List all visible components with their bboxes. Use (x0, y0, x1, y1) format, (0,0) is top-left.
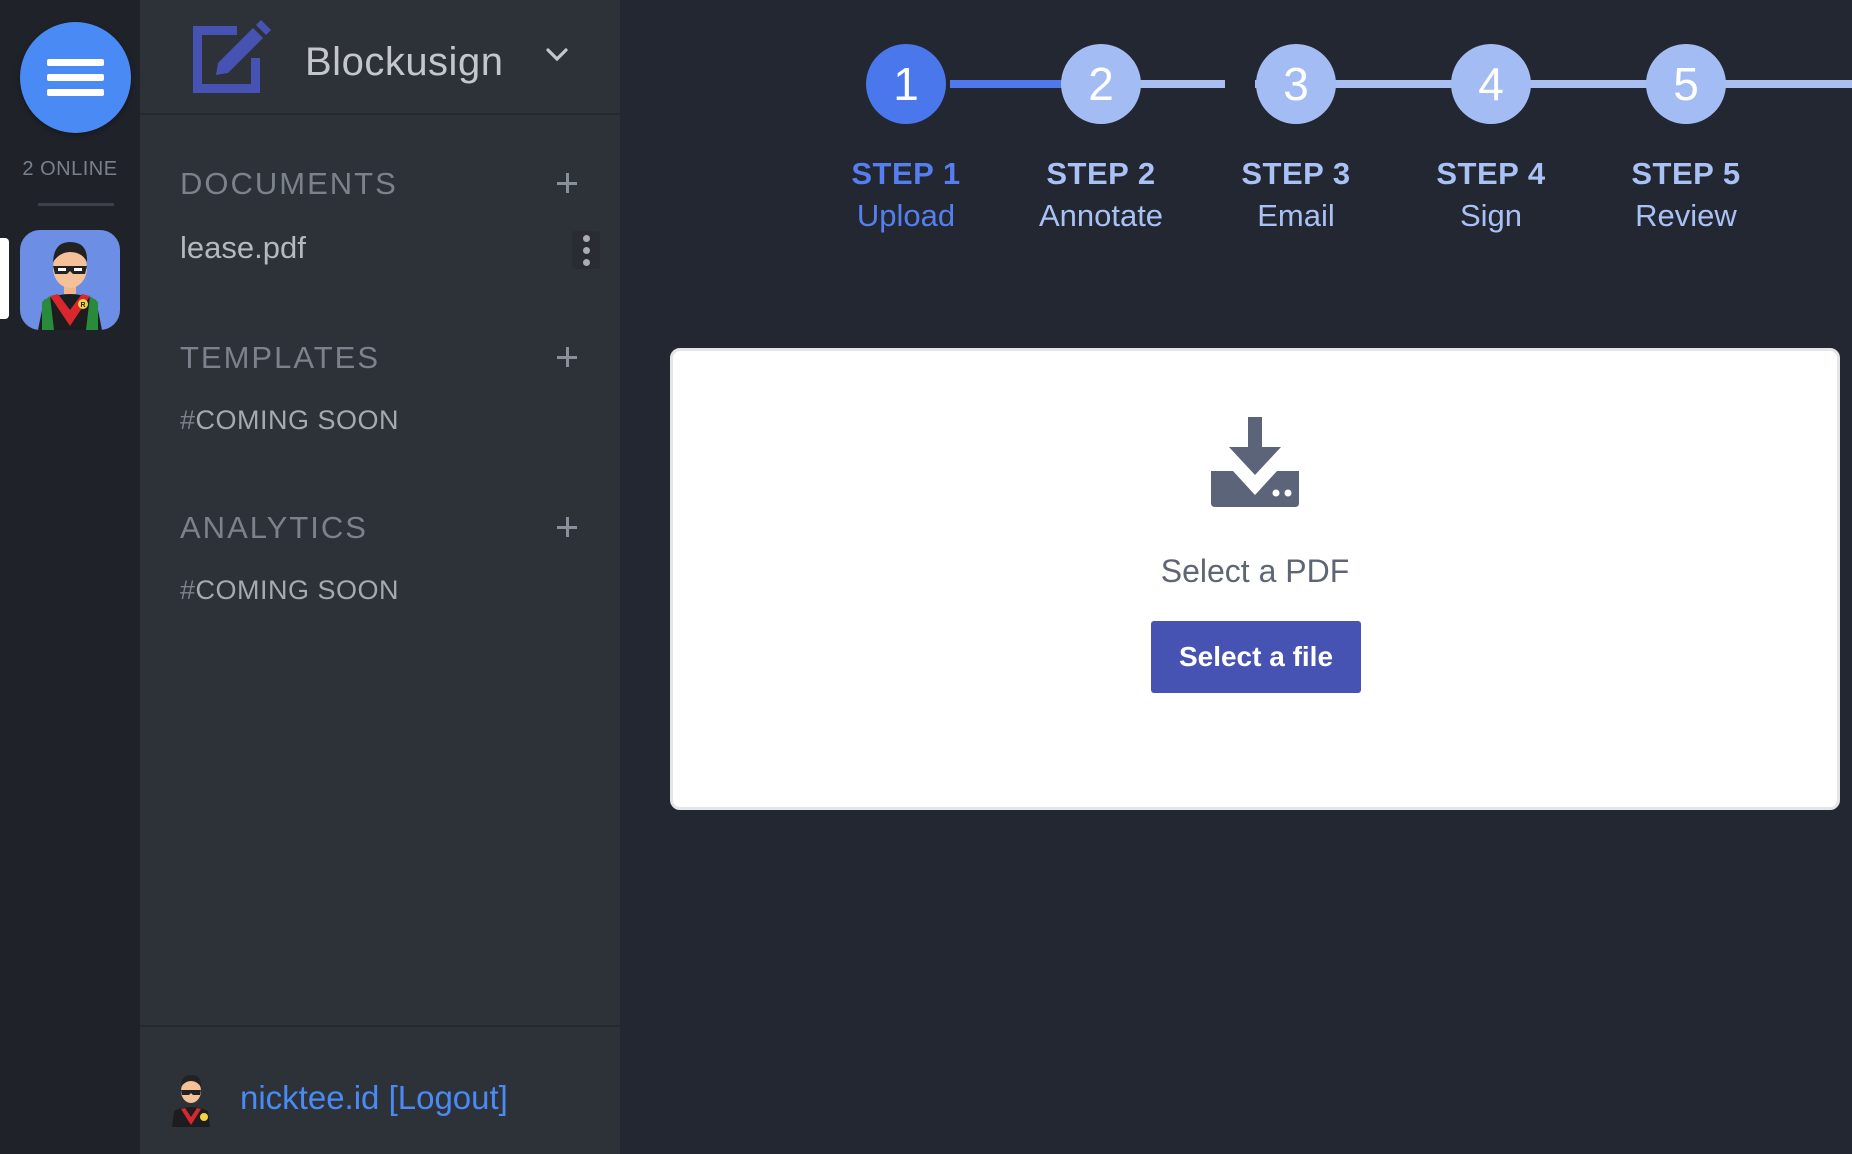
brand-name: Blockusign (305, 40, 504, 84)
upload-card: Select a PDF Select a file (670, 348, 1840, 810)
add-document-button[interactable] (552, 168, 582, 198)
sidebar: Blockusign DOCUMENTS lease.pdf TEMPLATES… (140, 0, 620, 1154)
step-title: STEP 1 (851, 156, 961, 191)
add-analytics-button[interactable] (552, 512, 582, 542)
analytics-placeholder: #COMING SOON (180, 575, 399, 606)
download-tray-icon (1211, 417, 1299, 507)
hash-icon: # (180, 575, 196, 605)
analytics-coming-soon: COMING SOON (195, 575, 400, 605)
step-5-circle[interactable]: 5 (1646, 44, 1726, 124)
superhero-avatar-icon: R (38, 242, 102, 330)
workspace-avatar[interactable]: R (20, 230, 120, 330)
step-name: Annotate (1038, 198, 1164, 233)
step-title: STEP 2 (1046, 156, 1156, 191)
step-4-label: STEP 4 Sign (1391, 156, 1591, 234)
left-rail: 2 ONLINE R (0, 0, 140, 1154)
hamburger-icon-bar (47, 59, 104, 66)
step-name: Email (1257, 198, 1335, 233)
step-name: Review (1635, 198, 1737, 233)
step-2-circle[interactable]: 2 (1061, 44, 1141, 124)
brand-header: Blockusign (140, 0, 620, 115)
step-3-circle[interactable]: 3 (1256, 44, 1336, 124)
step-4-circle[interactable]: 4 (1451, 44, 1531, 124)
svg-text:R: R (81, 302, 86, 309)
menu-button[interactable] (20, 22, 131, 133)
hamburger-icon-bar (47, 74, 104, 81)
progress-stepper: 1 2 3 4 5 STEP 1 Upload STEP 2 Annotate … (620, 0, 1852, 260)
user-logout-link[interactable]: nicktee.id [Logout] (240, 1079, 508, 1117)
templates-section-title: TEMPLATES (180, 340, 381, 375)
more-vertical-icon[interactable] (572, 231, 600, 269)
templates-placeholder: #COMING SOON (180, 405, 399, 436)
document-name: lease.pdf (180, 230, 306, 265)
rail-divider (38, 203, 114, 206)
step-title: STEP 3 (1241, 156, 1351, 191)
document-item[interactable]: lease.pdf (180, 225, 600, 275)
active-workspace-marker (0, 238, 9, 319)
analytics-section-title: ANALYTICS (180, 510, 368, 545)
step-title: STEP 5 (1631, 156, 1741, 191)
step-2-label: STEP 2 Annotate (1001, 156, 1201, 234)
select-pdf-label: Select a PDF (1160, 553, 1350, 589)
user-avatar-icon (172, 1075, 210, 1127)
online-count: 2 ONLINE (22, 158, 118, 180)
hash-icon: # (180, 405, 196, 435)
step-1-label: STEP 1 Upload (806, 156, 1006, 234)
select-file-button[interactable]: Select a file (1151, 621, 1361, 693)
hamburger-icon-bar (47, 89, 104, 96)
step-title: STEP 4 (1436, 156, 1546, 191)
edit-document-icon (193, 20, 271, 93)
step-1-circle[interactable]: 1 (866, 44, 946, 124)
add-template-button[interactable] (552, 342, 582, 372)
documents-section-title: DOCUMENTS (180, 166, 398, 201)
step-name: Sign (1459, 198, 1523, 233)
sidebar-footer: nicktee.id [Logout] (140, 1025, 620, 1154)
step-connector (950, 80, 1065, 88)
step-5-label: STEP 5 Review (1586, 156, 1786, 234)
templates-coming-soon: COMING SOON (195, 405, 400, 435)
chevron-down-icon[interactable] (542, 40, 572, 70)
step-3-label: STEP 3 Email (1196, 156, 1396, 234)
step-name: Upload (856, 198, 956, 233)
